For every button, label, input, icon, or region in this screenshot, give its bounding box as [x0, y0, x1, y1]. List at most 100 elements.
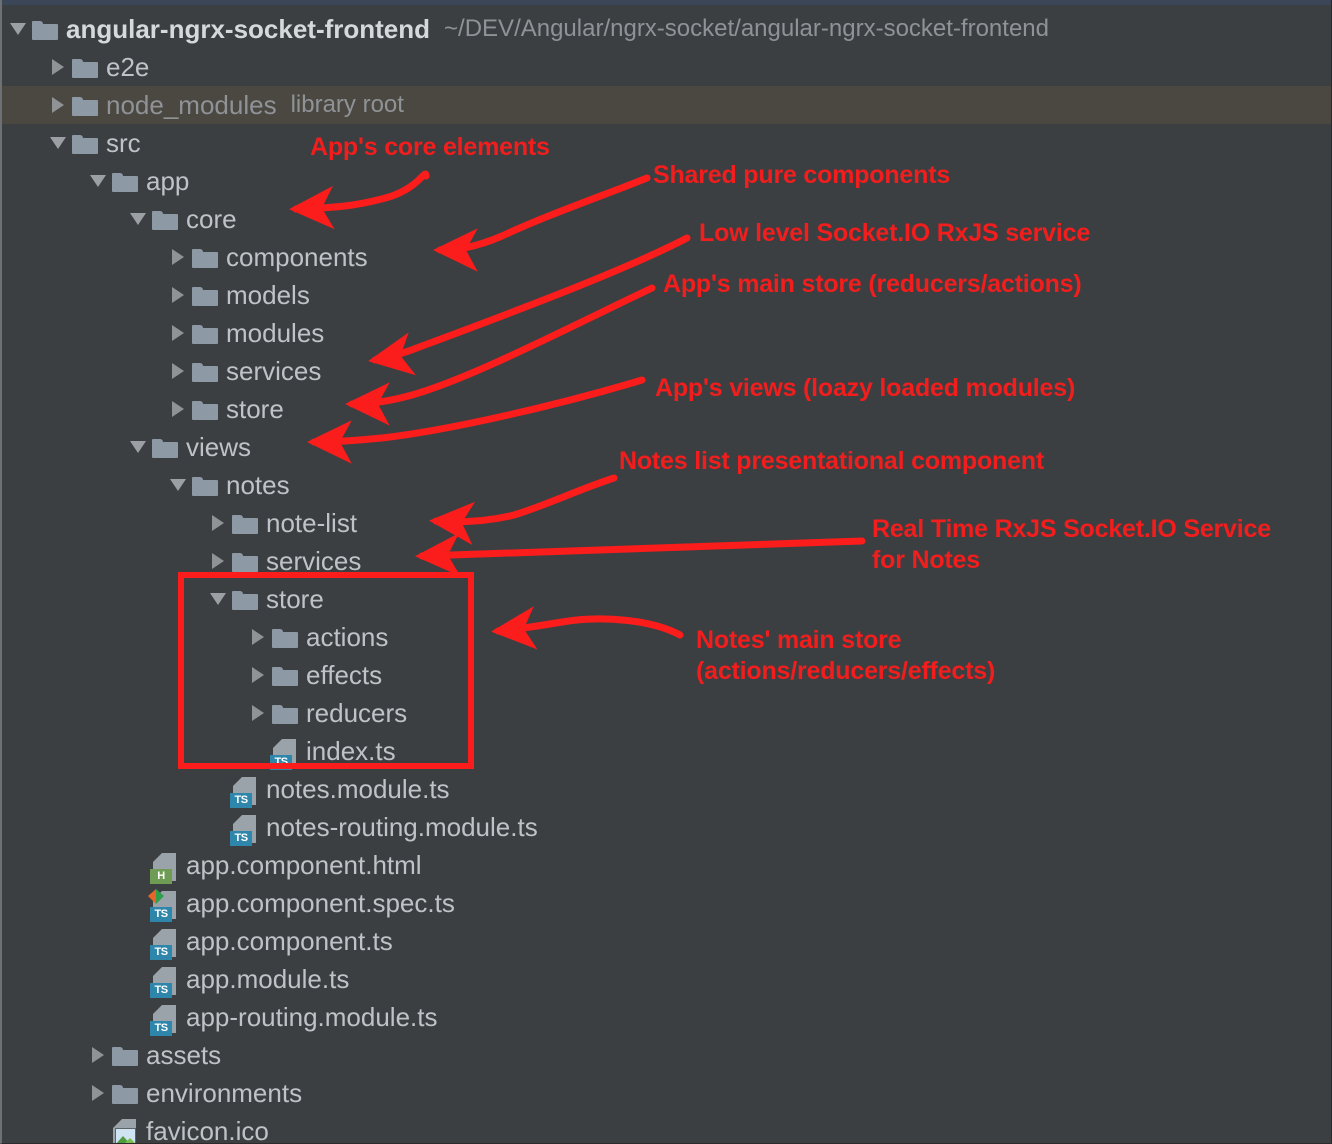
chevron-right-icon[interactable]	[90, 1036, 110, 1074]
tree-row[interactable]: favicon.ico	[2, 1112, 1331, 1143]
tree-item-label: notes-routing.module.ts	[266, 811, 538, 842]
no-twisty-spacer	[130, 884, 150, 922]
tree-row[interactable]: effects	[2, 656, 1331, 694]
tree-row[interactable]: store	[2, 580, 1331, 618]
typescript-file-icon: TS	[150, 926, 180, 960]
chevron-right-icon[interactable]	[210, 504, 230, 542]
tree-row[interactable]: node_modules library root	[2, 86, 1331, 124]
chevron-right-icon[interactable]	[170, 314, 190, 352]
tree-row[interactable]: angular-ngrx-socket-frontend ~/DEV/Angula…	[2, 10, 1331, 48]
tree-row[interactable]: src	[2, 124, 1331, 162]
chevron-right-icon[interactable]	[250, 656, 270, 694]
tree-row[interactable]: reducers	[2, 694, 1331, 732]
folder-icon	[150, 432, 180, 462]
folder-icon	[230, 508, 260, 538]
annotation-services-note: Low level Socket.IO RxJS service	[699, 219, 1091, 247]
typescript-file-icon: TS	[270, 736, 300, 770]
tree-item-label: effects	[306, 659, 383, 690]
no-twisty-spacer	[250, 732, 270, 770]
chevron-right-icon[interactable]	[170, 238, 190, 276]
tree-row[interactable]: core	[2, 200, 1331, 238]
folder-icon	[110, 1078, 140, 1108]
folder-icon	[70, 52, 100, 82]
folder-icon	[70, 90, 100, 120]
no-twisty-spacer	[130, 998, 150, 1036]
folder-icon	[190, 318, 220, 348]
typescript-file-icon: TS	[150, 1002, 180, 1036]
tree-row[interactable]: TS notes.module.ts	[2, 770, 1331, 808]
tree-row[interactable]: TS notes-routing.module.ts	[2, 808, 1331, 846]
annotation-core-note: App's core elements	[310, 133, 550, 161]
folder-icon	[190, 356, 220, 386]
no-twisty-spacer	[90, 1112, 110, 1143]
chevron-right-icon[interactable]	[50, 86, 70, 124]
chevron-down-icon[interactable]	[210, 580, 230, 618]
tree-item-suffix: library root	[290, 91, 404, 118]
tree-item-label: app.component.html	[186, 849, 422, 880]
tree-item-label: notes	[226, 469, 290, 500]
folder-icon	[150, 204, 180, 234]
tree-item-label: reducers	[306, 697, 408, 728]
folder-icon	[30, 14, 60, 44]
tree-item-label: actions	[306, 621, 389, 652]
chevron-down-icon[interactable]	[90, 162, 110, 200]
no-twisty-spacer	[130, 960, 150, 998]
tree-item-label: src	[106, 127, 141, 158]
no-twisty-spacer	[130, 846, 150, 884]
tree-item-label: app.component.spec.ts	[186, 887, 455, 918]
folder-icon	[110, 166, 140, 196]
tree-row[interactable]: TS app.component.ts	[2, 922, 1331, 960]
annotation-notes-store-note: Notes' main store (actions/reducers/effe…	[696, 626, 996, 685]
chevron-down-icon[interactable]	[170, 466, 190, 504]
folder-icon	[190, 470, 220, 500]
chevron-down-icon[interactable]	[130, 200, 150, 238]
tree-row[interactable]: environments	[2, 1074, 1331, 1112]
annotation-store-note: App's main store (reducers/actions)	[663, 270, 1082, 298]
tree-item-label: node_modules	[106, 89, 277, 120]
tree-row[interactable]: TS index.ts	[2, 732, 1331, 770]
tree-item-label: app	[146, 165, 190, 196]
chevron-down-icon[interactable]	[130, 428, 150, 466]
tree-row[interactable]: e2e	[2, 48, 1331, 86]
chevron-right-icon[interactable]	[170, 276, 190, 314]
html-file-icon: H	[150, 850, 180, 884]
chevron-right-icon[interactable]	[250, 618, 270, 656]
tree-item-label: e2e	[106, 51, 150, 82]
chevron-down-icon[interactable]	[50, 124, 70, 162]
chevron-right-icon[interactable]	[170, 390, 190, 428]
folder-icon	[230, 546, 260, 576]
tree-item-label: services	[266, 545, 362, 576]
tree-item-label: notes.module.ts	[266, 773, 450, 804]
annotation-views-note: App's views (loazy loaded modules)	[655, 374, 1076, 402]
tree-item-label: index.ts	[306, 735, 396, 766]
chevron-right-icon[interactable]	[210, 542, 230, 580]
chevron-down-icon[interactable]	[10, 10, 30, 48]
no-twisty-spacer	[210, 808, 230, 846]
tree-row[interactable]: Happ.component.html	[2, 846, 1331, 884]
typescript-file-icon: TS	[150, 964, 180, 998]
tree-item-label: store	[266, 583, 324, 614]
tree-item-label: environments	[146, 1077, 303, 1108]
tree-item-label: modules	[226, 317, 325, 348]
folder-icon	[270, 660, 300, 690]
annotation-components-note: Shared pure components	[653, 161, 951, 189]
chevron-right-icon[interactable]	[250, 694, 270, 732]
tree-item-label: services	[226, 355, 322, 386]
tree-row[interactable]: assets	[2, 1036, 1331, 1074]
chevron-right-icon[interactable]	[170, 352, 190, 390]
tree-item-label: components	[226, 241, 368, 272]
tree-row[interactable]: actions	[2, 618, 1331, 656]
tree-item-suffix: ~/DEV/Angular/ngrx-socket/angular-ngrx-s…	[444, 15, 1049, 42]
tree-item-label: note-list	[266, 507, 358, 538]
chevron-right-icon[interactable]	[50, 48, 70, 86]
typescript-spec-file-icon: TS	[148, 888, 180, 922]
folder-icon	[70, 128, 100, 158]
chevron-right-icon[interactable]	[90, 1074, 110, 1112]
tree-row[interactable]: TS app-routing.module.ts	[2, 998, 1331, 1036]
tree-row[interactable]: modules	[2, 314, 1331, 352]
folder-icon	[110, 1040, 140, 1070]
tree-row[interactable]: TS app.component.spec.ts	[2, 884, 1331, 922]
annotation-note-list-note: Notes list presentational component	[619, 447, 1045, 475]
folder-icon	[270, 622, 300, 652]
tree-row[interactable]: TS app.module.ts	[2, 960, 1331, 998]
